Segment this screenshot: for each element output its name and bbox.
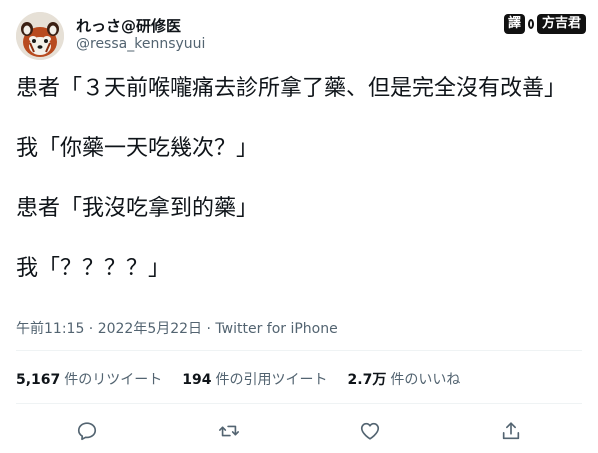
tweet-line: 我「你藥一天吃幾次？」 (16, 136, 259, 161)
like-button[interactable] (355, 416, 385, 446)
tweet-line: 患者「我沒吃拿到的藥」 (16, 196, 259, 221)
tweet-card: れっさ@研修医 @ressa_kennsyuui 譯 方吉君 患者「３天前喉嚨痛… (0, 0, 598, 453)
tweet-line: 我「？？？？」 (16, 256, 171, 281)
retweet-count[interactable]: 5,167 件のリツイート (16, 369, 162, 389)
tweet-text: 患者「３天前喉嚨痛去診所拿了藥、但是完全沒有改善」 我「你藥一天吃幾次？」 患者… (16, 74, 576, 284)
action-bar (0, 410, 598, 450)
stat-label: 件の引用ツイート (215, 372, 328, 388)
tweet-meta[interactable]: 午前11:15 · 2022年5月22日 · Twitter for iPhon… (16, 318, 338, 338)
divider (16, 350, 582, 351)
like-icon (360, 422, 380, 440)
reply-icon (77, 422, 97, 441)
retweet-icon (219, 425, 239, 437)
tweet-line: 患者「３天前喉嚨痛去診所拿了藥、但是完全沒有改善」 (16, 76, 567, 101)
watermark-dot (527, 19, 534, 29)
stat-label: 件のリツイート (64, 372, 163, 388)
user-handle[interactable]: @ressa_kennsyuui (76, 36, 205, 52)
tweet-stats: 5,167 件のリツイート 194 件の引用ツイート 2.7万 件のいいね (16, 364, 460, 394)
like-count[interactable]: 2.7万 件のいいね (348, 369, 461, 389)
stat-number: 5,167 (16, 372, 61, 388)
red-panda-avatar-icon (16, 12, 64, 60)
translator-watermark: 譯 方吉君 (503, 14, 586, 34)
watermark-badge: 譯 (503, 14, 525, 34)
stat-number: 2.7万 (347, 372, 387, 388)
reply-button[interactable] (72, 416, 102, 446)
watermark-name: 方吉君 (536, 14, 586, 34)
quote-count[interactable]: 194 件の引用ツイート (182, 369, 327, 389)
avatar[interactable] (16, 12, 64, 60)
stat-number: 194 (182, 372, 212, 388)
display-name[interactable]: れっさ@研修医 (76, 15, 181, 36)
retweet-button[interactable] (214, 416, 244, 446)
stat-label: 件のいいね (390, 372, 461, 388)
divider (16, 403, 582, 404)
share-icon (502, 422, 520, 440)
share-button[interactable] (496, 416, 526, 446)
